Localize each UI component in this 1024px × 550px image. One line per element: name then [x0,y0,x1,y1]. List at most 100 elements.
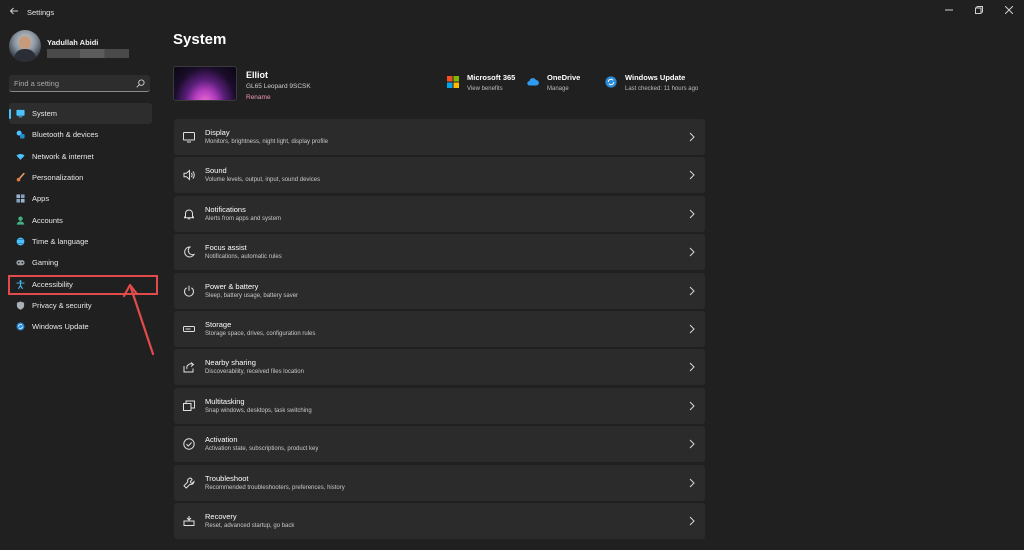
device-wallpaper-thumbnail [173,66,237,101]
card-subtitle: Alerts from apps and system [205,215,282,222]
restore-button[interactable] [964,0,994,20]
power-icon [184,285,194,297]
chevron-right-icon [689,439,695,449]
device-model: GL65 Leopard 9SCSK [246,83,311,90]
quick-link-subtitle: Last checked: 11 hours ago [625,86,699,92]
search-input[interactable] [14,75,132,92]
minimize-button[interactable] [934,0,964,20]
sidebar-item-apps[interactable]: Apps [9,188,152,209]
quick-link-windows-update[interactable]: Windows Update Last checked: 11 hours ag… [605,73,698,92]
user-email-redacted [47,49,129,58]
chevron-right-icon [689,478,695,487]
chevron-right-icon [689,401,695,411]
close-button[interactable] [994,0,1024,20]
card-subtitle: Recommended troubleshooters, preferences… [205,484,345,491]
chevron-right-icon [689,209,695,219]
settings-card-nearby-sharing[interactable]: Nearby sharing Discoverability, received… [174,349,705,386]
card-subtitle: Activation state, subscriptions, product… [205,446,319,453]
gamepad-icon [16,260,25,266]
title-bar: Settings [0,0,1024,26]
sidebar-item-bluetooth[interactable]: Bluetooth & devices [9,124,152,145]
sidebar-item-label: System [32,109,58,119]
card-title: Power & battery [205,281,259,291]
annotation-arrow [122,283,155,356]
rename-link[interactable]: Rename [246,94,271,101]
onedrive-icon [527,78,539,86]
card-title: Storage [205,319,232,329]
sync-icon [605,76,617,88]
recovery-icon [183,515,195,526]
card-title: Activation [205,435,238,445]
display-icon [183,132,195,143]
sidebar-item-label: Personalization [32,173,84,183]
card-subtitle: Snap windows, desktops, task switching [205,407,312,414]
settings-card-notifications[interactable]: Notifications Alerts from apps and syste… [174,195,705,232]
back-arrow-icon [9,7,18,15]
card-title: Display [205,128,230,137]
chevron-right-icon [689,286,695,295]
card-subtitle: Volume levels, output, input, sound devi… [205,177,321,184]
globe-icon [16,237,25,246]
shield-icon [16,301,25,310]
settings-card-recovery[interactable]: Recovery Reset, advanced startup, go bac… [174,502,705,539]
card-title: Recovery [205,511,237,521]
quick-link-subtitle: View benefits [467,86,503,92]
quick-link-subtitle: Manage [547,86,569,92]
window-controls [934,0,1024,20]
sidebar-item-label: Gaming [32,258,59,268]
microsoft-icon [447,76,459,88]
sidebar-item-gaming[interactable]: Gaming [9,252,152,273]
user-profile[interactable]: Yadullah Abidi [9,30,159,64]
wrench-icon [183,477,195,489]
speaker-icon [183,169,195,182]
settings-card-sound[interactable]: Sound Volume levels, output, input, soun… [174,157,705,194]
sidebar-item-accounts[interactable]: Accounts [9,209,152,230]
sidebar-item-time-language[interactable]: Time & language [9,231,152,252]
settings-card-activation[interactable]: Activation Activation state, subscriptio… [174,426,705,463]
back-button[interactable] [6,6,22,20]
search-icon[interactable] [136,79,145,88]
chevron-right-icon [689,171,695,180]
apps-icon [16,194,25,203]
quick-link-onedrive[interactable]: OneDrive Manage [527,73,580,92]
quick-link-title: Microsoft 365 [467,73,516,82]
settings-card-storage[interactable]: Storage Storage space, drives, configura… [174,310,705,347]
search-box[interactable] [9,75,150,92]
settings-card-display[interactable]: Display Monitors, brightness, night ligh… [174,119,705,155]
quick-link-microsoft-365[interactable]: Microsoft 365 View benefits [447,73,515,92]
check-circle-icon [183,438,195,450]
card-subtitle: Monitors, brightness, night light, displ… [205,139,329,145]
card-title: Nearby sharing [205,358,256,368]
multitask-icon [183,400,195,411]
card-title: Notifications [205,204,246,214]
update-icon [16,322,25,331]
window-title: Settings [27,8,55,17]
sidebar-item-label: Time & language [32,236,89,246]
sidebar-item-network[interactable]: Network & internet [9,146,152,167]
card-subtitle: Storage space, drives, configuration rul… [205,330,316,337]
chevron-right-icon [689,247,695,257]
card-title: Focus assist [205,243,247,253]
card-subtitle: Reset, advanced startup, go back [205,522,295,529]
settings-card-focus-assist[interactable]: Focus assist Notifications, automatic ru… [174,234,705,271]
card-subtitle: Sleep, battery usage, battery saver [205,292,299,299]
user-name: Yadullah Abidi [47,38,99,47]
moon-icon [184,246,195,258]
chevron-right-icon [689,516,695,526]
card-title: Troubleshoot [205,473,249,483]
settings-card-power-battery[interactable]: Power & battery Sleep, battery usage, ba… [174,272,705,309]
accounts-icon [16,216,25,225]
bell-icon [184,209,194,220]
restore-icon [975,6,983,14]
sidebar-item-label: Windows Update [32,322,89,332]
wifi-icon [16,153,25,160]
sidebar-item-label: Accounts [32,215,63,225]
sidebar-item-personalization[interactable]: Personalization [9,167,152,188]
settings-card-troubleshoot[interactable]: Troubleshoot Recommended troubleshooters… [174,464,705,501]
sidebar-item-label: Apps [32,194,50,204]
card-title: Sound [205,166,227,176]
sidebar-item-label: Bluetooth & devices [32,130,99,140]
sidebar-item-system[interactable]: System [9,103,152,125]
settings-card-multitasking[interactable]: Multitasking Snap windows, desktops, tas… [174,387,705,424]
close-icon [1005,6,1013,14]
